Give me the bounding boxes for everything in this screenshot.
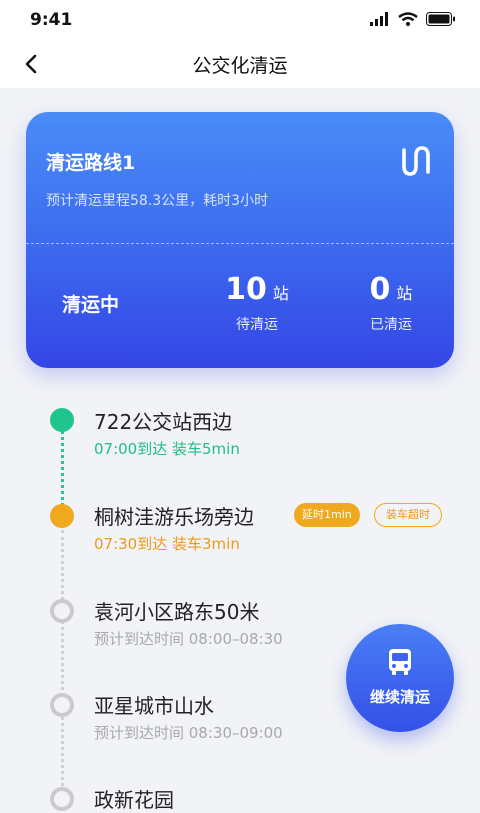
card-divider — [26, 243, 454, 244]
route-subtitle: 预计清运里程58.3公里，耗时3小时 — [46, 193, 269, 209]
stop-name: 桐树洼游乐场旁边 — [94, 505, 254, 529]
status-icons — [370, 12, 456, 26]
stop-detail: 07:30到达 装车3min — [94, 535, 240, 553]
stop-name: 政新花园 — [94, 788, 174, 812]
continue-clearing-label: 继续清运 — [369, 688, 430, 706]
stop-timeline: 722公交站西边 07:00到达 装车5min 桐树洼游乐场旁边 延时1min … — [0, 388, 480, 812]
route-card[interactable]: 清运路线1 预计清运里程58.3公里，耗时3小时 清运中 10 站 待清运 0站 … — [26, 112, 454, 368]
bus-icon — [389, 649, 411, 675]
stop-detail: 预计到达时间 08:30–09:00 — [94, 724, 283, 742]
route-status: 清运中 — [62, 294, 120, 316]
route-path-icon — [402, 146, 430, 176]
overtime-badge: 装车超时 — [374, 503, 442, 527]
pending-stat: 10 站 待清运 — [202, 272, 312, 334]
stop-pending-dot-icon — [50, 787, 74, 811]
done-count: 0 — [369, 272, 391, 307]
stop-detail: 预计到达时间 08:00–08:30 — [94, 630, 283, 648]
pending-label: 待清运 — [236, 317, 278, 333]
done-label: 已清运 — [370, 317, 412, 333]
stop-warning-dot-icon — [50, 504, 74, 528]
done-stat: 0站 已清运 — [336, 272, 446, 334]
battery-icon — [426, 12, 455, 26]
done-unit: 站 — [396, 284, 413, 303]
stop-pending-dot-icon — [50, 599, 74, 623]
pending-count: 10 — [225, 272, 267, 307]
route-title: 清运路线1 — [46, 152, 136, 174]
stop-detail: 07:00到达 装车5min — [94, 440, 240, 458]
stop-done-dot-icon — [50, 408, 74, 432]
stop-name: 722公交站西边 — [94, 410, 233, 434]
stop-name: 亚星城市山水 — [94, 694, 214, 718]
wifi-icon — [398, 12, 418, 26]
continue-clearing-button[interactable]: 继续清运 — [346, 624, 454, 732]
stop-name: 袁河小区路东50米 — [94, 600, 260, 624]
status-bar: 9:41 — [0, 0, 480, 40]
timeline-line-completed — [61, 424, 64, 506]
page-title: 公交化清运 — [192, 55, 288, 77]
timeline-line-pending — [61, 530, 64, 810]
signal-icon — [370, 12, 388, 26]
nav-bar: 公交化清运 — [0, 40, 480, 88]
status-time: 9:41 — [30, 10, 73, 30]
delay-badge: 延时1min — [294, 503, 360, 527]
stop-pending-dot-icon — [50, 693, 74, 717]
pending-unit: 站 — [272, 284, 289, 303]
